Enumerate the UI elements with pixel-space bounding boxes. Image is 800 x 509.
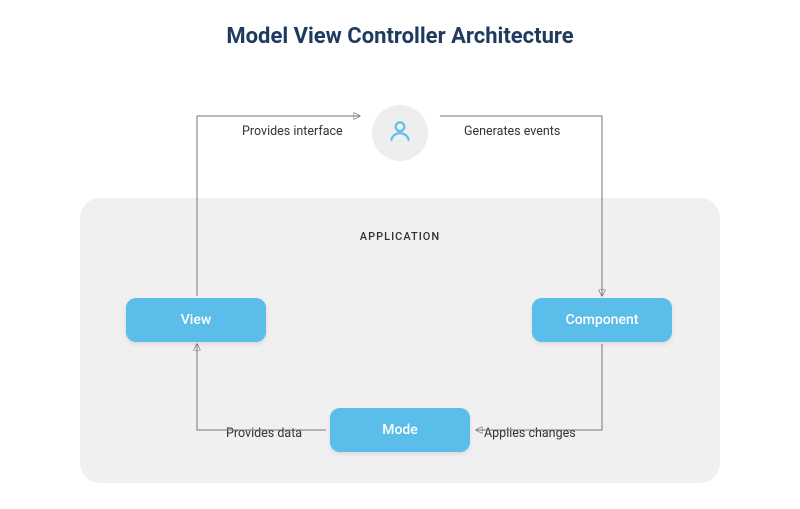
edge-label-provides-data: Provides data <box>226 426 302 441</box>
component-block: Component <box>532 298 672 342</box>
mode-block: Mode <box>330 408 470 452</box>
edge-label-provides-interface: Provides interface <box>242 124 343 139</box>
user-node <box>372 105 428 161</box>
diagram-title: Model View Controller Architecture <box>0 24 800 49</box>
application-label: APPLICATION <box>0 230 800 243</box>
user-icon <box>387 118 413 148</box>
edge-label-generates-events: Generates events <box>464 124 560 139</box>
view-block: View <box>126 298 266 342</box>
edge-label-applies-changes: Applies changes <box>484 426 576 441</box>
